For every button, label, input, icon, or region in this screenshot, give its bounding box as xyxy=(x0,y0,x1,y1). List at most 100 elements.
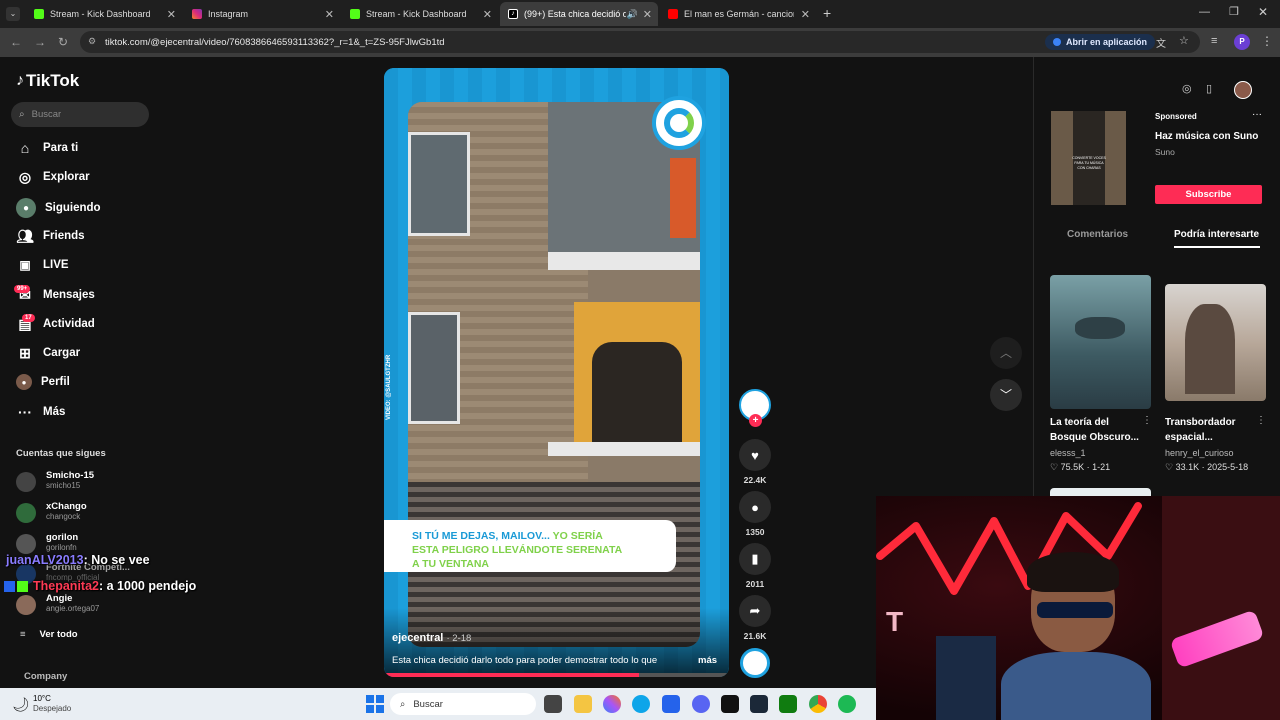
logo-text: TikTok xyxy=(26,71,80,90)
weather-desc: Despejado xyxy=(33,704,72,713)
nav-perfil[interactable]: ● Perfil xyxy=(16,374,70,390)
discord-icon[interactable] xyxy=(692,695,710,713)
video-caption-box: SI TÚ ME DEJAS, MAILOV... YO SERÍA ESTA … xyxy=(384,520,676,572)
minimize-button[interactable]: — xyxy=(1199,6,1210,18)
browser-menu-icon[interactable]: ⋮ xyxy=(1261,34,1273,48)
reco-title[interactable]: La teoría del Bosque Obscuro... xyxy=(1050,415,1142,445)
tab-close-icon[interactable]: ✕ xyxy=(643,8,652,21)
tab-search-button[interactable]: ⌄ xyxy=(6,7,20,21)
reco-thumbnail[interactable] xyxy=(1165,284,1266,401)
open-in-app-button[interactable]: Abrir en aplicación xyxy=(1045,34,1156,50)
tab-kick-dashboard-2[interactable]: Stream - Kick Dashboard ✕ xyxy=(342,2,498,26)
tab-might-interest[interactable]: Podría interesarte xyxy=(1174,229,1266,240)
window-close-button[interactable]: ✕ xyxy=(1258,5,1268,19)
video-author[interactable]: ejecentral xyxy=(392,632,443,644)
reco-thumbnail[interactable] xyxy=(1050,275,1151,409)
restore-button[interactable]: ❐ xyxy=(1229,5,1239,18)
profile-avatar[interactable]: P xyxy=(1234,34,1250,50)
edge-icon[interactable] xyxy=(632,695,650,713)
site-info-icon[interactable]: ⚙ xyxy=(88,36,96,47)
tab-list-icon[interactable]: ≡ xyxy=(1211,35,1217,47)
taskbar-search[interactable]: ⌕ Buscar xyxy=(390,693,536,715)
tab-instagram[interactable]: Instagram ✕ xyxy=(184,2,340,26)
video-player[interactable]: VIDEO: @SAULGTZHR SI TÚ ME DEJAS, MAILOV… xyxy=(384,68,729,677)
next-video-button[interactable]: ﹀ xyxy=(990,379,1022,411)
nav-mas[interactable]: ··· Más xyxy=(16,403,65,421)
tab-close-icon[interactable]: ✕ xyxy=(325,8,334,21)
tab-kick-dashboard-1[interactable]: Stream - Kick Dashboard ✕ xyxy=(26,2,182,26)
search-input[interactable]: ⌕ Buscar xyxy=(11,102,149,127)
bookmark-star-icon[interactable]: ☆ xyxy=(1179,34,1189,47)
spotify-icon[interactable] xyxy=(838,695,856,713)
following-item[interactable]: gorilon gorilonfn xyxy=(16,532,78,554)
nav-siguiendo[interactable]: ● Siguiendo xyxy=(16,198,101,218)
browser-tab-bar: ⌄ Stream - Kick Dashboard ✕ Instagram ✕ … xyxy=(0,0,1280,28)
save-button[interactable]: ▮ xyxy=(739,543,771,575)
store-icon[interactable] xyxy=(662,695,680,713)
user-avatar[interactable] xyxy=(1234,81,1252,99)
share-button[interactable]: ➦ xyxy=(739,595,771,627)
tab-comments[interactable]: Comentarios xyxy=(1067,229,1128,240)
tiktok-app-icon[interactable] xyxy=(721,695,739,713)
tab-title: Instagram xyxy=(208,9,249,19)
audio-playing-icon[interactable]: 🔊 xyxy=(627,9,638,20)
tab-tiktok-active[interactable]: ♪ (99+) Esta chica decidió darlo 🔊 ✕ xyxy=(500,2,658,26)
translate-icon[interactable]: 文 xyxy=(1156,35,1166,50)
previous-video-button[interactable]: ︿ xyxy=(990,337,1022,369)
tab-close-icon[interactable]: ✕ xyxy=(167,8,176,21)
nav-cargar[interactable]: ⊞ Cargar xyxy=(16,344,80,362)
tiktok-icon: ♪ xyxy=(508,9,518,19)
ad-thumbnail[interactable]: CONVIERTE VOCES PARA TU MÚSICA CON CHARA… xyxy=(1051,111,1126,205)
following-item[interactable]: xChango changock xyxy=(16,501,87,523)
tiktok-logo[interactable]: ♪ TikTok xyxy=(16,71,79,91)
windows-start-icon[interactable] xyxy=(366,695,384,713)
steam-icon[interactable] xyxy=(750,695,768,713)
compass-icon: ◎ xyxy=(18,168,32,185)
copilot-icon[interactable] xyxy=(603,695,621,713)
list-icon: ≡ xyxy=(20,629,26,640)
ad-title[interactable]: Haz música con Suno xyxy=(1155,131,1258,142)
tab-youtube[interactable]: El man es Germán - cancion pe ✕ xyxy=(660,2,816,26)
compass-icon[interactable]: ◎ xyxy=(1182,82,1192,95)
weather-widget[interactable]: 10°C Despejado xyxy=(33,694,71,714)
nav-label: Cargar xyxy=(43,347,81,359)
chat-message: Thepanita2: a 1000 pendejo xyxy=(4,579,196,593)
task-view-icon[interactable] xyxy=(544,695,562,713)
chrome-icon[interactable] xyxy=(809,695,827,713)
open-in-app-label: Abrir en aplicación xyxy=(1066,37,1148,47)
progress-track[interactable] xyxy=(384,673,729,677)
device-icon[interactable]: ▯ xyxy=(1206,82,1212,95)
company-link[interactable]: Company xyxy=(24,671,67,682)
reco-user[interactable]: henry_el_curioso xyxy=(1165,448,1234,458)
follow-plus-icon[interactable]: + xyxy=(749,414,762,427)
nav-para-ti[interactable]: ⌂ Para ti xyxy=(16,139,78,157)
following-item[interactable]: Smicho-15 smicho15 xyxy=(16,470,94,492)
ad-more-icon[interactable]: ··· xyxy=(1252,109,1262,120)
youtube-icon xyxy=(668,9,678,19)
following-item[interactable]: Angie angie.ortega07 xyxy=(16,593,99,615)
reco-more-icon[interactable]: ⋮ xyxy=(1256,415,1266,426)
tab-close-icon[interactable]: ✕ xyxy=(483,8,492,21)
reco-more-icon[interactable]: ⋮ xyxy=(1142,415,1152,426)
comment-button[interactable]: ● xyxy=(739,491,771,523)
reco-title[interactable]: Transbordador espacial... xyxy=(1165,415,1257,445)
subscribe-button[interactable]: Subscribe xyxy=(1155,185,1262,204)
back-arrow-icon[interactable]: ← xyxy=(10,35,22,49)
like-button[interactable]: ♥ xyxy=(739,439,771,471)
tab-close-icon[interactable]: ✕ xyxy=(801,8,810,21)
nav-live[interactable]: ▣ LIVE xyxy=(16,256,68,274)
nav-explorar[interactable]: ◎ Explorar xyxy=(16,168,90,186)
more-button[interactable]: más xyxy=(698,655,717,666)
reload-icon[interactable]: ↻ xyxy=(58,35,68,49)
music-disc-icon[interactable] xyxy=(740,648,770,678)
xbox-icon[interactable] xyxy=(779,695,797,713)
see-all-button[interactable]: ≡ Ver todo xyxy=(20,629,78,640)
reco-user[interactable]: elesss_1 xyxy=(1050,448,1086,458)
forward-arrow-icon[interactable]: → xyxy=(34,35,46,49)
file-explorer-icon[interactable] xyxy=(574,695,592,713)
new-tab-button[interactable]: + xyxy=(823,5,831,21)
nav-friends[interactable]: 👥︎ Friends xyxy=(16,227,84,245)
friends-icon: 👥︎ xyxy=(16,227,34,244)
address-bar[interactable]: ⚙ tiktok.com/@ejecentral/video/760838664… xyxy=(80,31,1200,53)
video-watermark: VIDEO: @SAULGTZHR xyxy=(386,354,392,420)
